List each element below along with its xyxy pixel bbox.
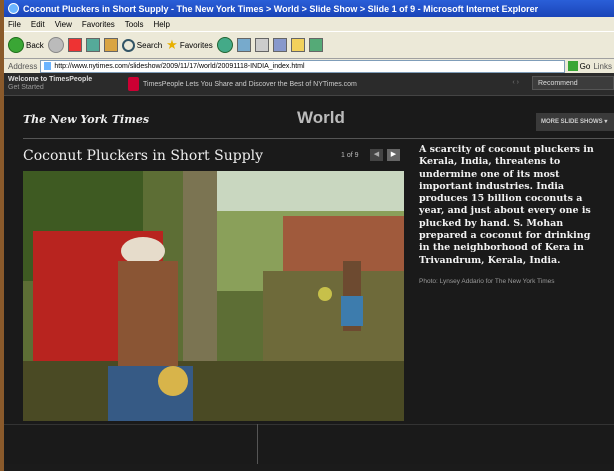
section-title: World <box>297 108 345 127</box>
back-button[interactable]: Back <box>8 37 44 53</box>
mail-icon[interactable] <box>236 38 251 52</box>
slide-caption: A scarcity of coconut pluckers in Kerala… <box>419 144 594 266</box>
page-icon <box>44 62 52 70</box>
menu-tools[interactable]: Tools <box>125 20 144 29</box>
print-icon[interactable] <box>254 38 269 52</box>
window-title: Coconut Pluckers in Short Supply - The N… <box>23 3 539 14</box>
back-arrow-icon <box>8 37 24 53</box>
previous-slide-button[interactable]: ◀ <box>370 149 383 161</box>
go-arrow-icon <box>567 61 578 71</box>
menu-view[interactable]: View <box>55 20 72 29</box>
address-input[interactable]: http://www.nytimes.com/slideshow/2009/11… <box>40 59 565 73</box>
toolbar: Back Search ★ Favorites <box>4 31 614 59</box>
recommend-button[interactable]: Recommend <box>532 76 614 90</box>
folder-icon[interactable] <box>290 38 305 52</box>
menu-bar: File Edit View Favorites Tools Help <box>4 17 614 31</box>
media-icon[interactable] <box>216 37 233 53</box>
address-bar: Address http://www.nytimes.com/slideshow… <box>4 59 614 73</box>
timespeople-welcome: Welcome to TimesPeople Get Started <box>4 76 128 92</box>
star-icon: ★ <box>166 37 178 52</box>
nyt-logo[interactable]: The New York Times <box>23 113 149 126</box>
internet-explorer-icon <box>8 3 19 14</box>
menu-help[interactable]: Help <box>153 20 169 29</box>
more-slide-shows-button[interactable]: MORE SLIDE SHOWS ▾ <box>536 113 614 131</box>
timespeople-tagline[interactable]: TimesPeople Lets You Share and Discover … <box>143 81 357 88</box>
footer-vertical-divider <box>257 424 258 464</box>
timespeople-bar: Welcome to TimesPeople Get Started Times… <box>4 73 614 96</box>
menu-file[interactable]: File <box>8 20 21 29</box>
menu-favorites[interactable]: Favorites <box>82 20 115 29</box>
header-divider <box>23 138 614 139</box>
slide-counter: 1 of 9 <box>341 152 359 159</box>
search-button[interactable]: Search <box>121 38 162 52</box>
home-icon[interactable] <box>103 38 118 52</box>
address-label: Address <box>8 61 38 71</box>
get-started-link[interactable]: Get Started <box>8 84 128 92</box>
forward-button[interactable] <box>47 37 64 53</box>
edit-icon[interactable] <box>272 38 287 52</box>
timespeople-arrows[interactable]: ‹ › <box>512 79 519 86</box>
timespeople-logo-icon <box>128 77 139 91</box>
go-button[interactable]: Go <box>567 61 590 71</box>
title-bar: Coconut Pluckers in Short Supply - The N… <box>4 0 614 17</box>
search-icon <box>121 38 135 52</box>
coconut-plucker-photo <box>23 171 404 421</box>
slide-photo[interactable] <box>23 171 404 421</box>
stop-icon[interactable] <box>67 38 82 52</box>
links-label[interactable]: Links <box>593 62 614 71</box>
messenger-icon[interactable] <box>308 38 323 52</box>
slideshow-content: The New York Times World MORE SLIDE SHOW… <box>4 96 614 464</box>
slide-title: Coconut Pluckers in Short Supply <box>23 148 264 164</box>
browser-window: Coconut Pluckers in Short Supply - The N… <box>4 0 614 471</box>
footer-divider <box>4 424 614 425</box>
refresh-icon[interactable] <box>85 38 100 52</box>
favorites-button[interactable]: ★ Favorites <box>166 37 213 53</box>
next-slide-button[interactable]: ▶ <box>387 149 400 161</box>
menu-edit[interactable]: Edit <box>31 20 45 29</box>
photo-credit: Photo: Lynsey Addario for The New York T… <box>419 278 555 285</box>
